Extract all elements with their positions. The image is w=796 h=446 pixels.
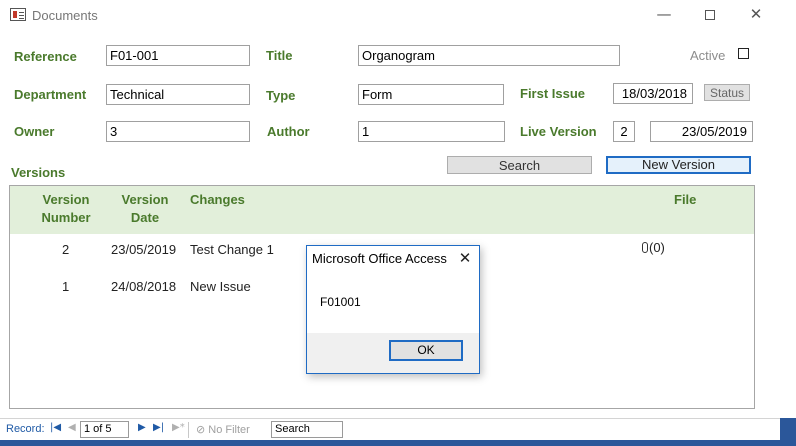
first-record-icon[interactable]: |◀ xyxy=(50,422,61,433)
paperclip-icon xyxy=(642,242,648,253)
author-label: Author xyxy=(267,124,310,139)
ok-button[interactable]: OK xyxy=(389,340,463,361)
header-version-number: Version Number xyxy=(41,192,91,225)
live-version-number-field[interactable]: 2 xyxy=(613,121,635,142)
first-issue-label: First Issue xyxy=(520,86,586,101)
dialog-footer: OK xyxy=(307,333,479,373)
message-dialog: Microsoft Office Access ✕ F01001 OK xyxy=(306,245,480,374)
new-version-button[interactable]: New Version xyxy=(606,156,751,174)
department-label: Department xyxy=(14,87,87,102)
live-version-date-field[interactable]: 23/05/2019 xyxy=(650,121,753,142)
title-bar: Documents — ✕ xyxy=(0,0,796,30)
versions-label: Versions xyxy=(11,165,66,180)
close-button[interactable]: ✕ xyxy=(733,0,779,30)
record-label: Record: xyxy=(6,423,45,435)
header-changes: Changes xyxy=(190,192,245,207)
search-box[interactable]: Search xyxy=(271,421,343,438)
form-icon xyxy=(10,8,26,21)
close-icon: ✕ xyxy=(749,5,763,23)
row-version-number[interactable]: 1 xyxy=(62,279,69,294)
reference-field[interactable]: F01-001 xyxy=(106,45,250,66)
row-version-date[interactable]: 23/05/2019 xyxy=(111,242,176,257)
dialog-body: F01001 xyxy=(307,275,479,333)
record-navigation-bar: Record: |◀ ◀ 1 of 5 ▶ ▶| ▶* ⊘ No Filter … xyxy=(0,418,780,440)
row-changes[interactable]: New Issue xyxy=(190,279,251,294)
owner-label: Owner xyxy=(14,124,55,139)
new-record-icon[interactable]: ▶* xyxy=(172,422,185,433)
next-record-icon[interactable]: ▶ xyxy=(138,422,146,433)
row-version-date[interactable]: 24/08/2018 xyxy=(111,279,176,294)
versions-header: Version Number Version Date Changes File xyxy=(10,186,754,234)
minimize-icon: — xyxy=(656,5,672,23)
minimize-button[interactable]: — xyxy=(641,0,687,30)
status-button[interactable]: Status xyxy=(704,84,750,101)
nav-separator xyxy=(188,422,189,438)
owner-field[interactable]: 3 xyxy=(106,121,250,142)
previous-record-icon[interactable]: ◀ xyxy=(68,422,76,433)
first-issue-field[interactable]: 18/03/2018 xyxy=(613,83,693,104)
search-button[interactable]: Search xyxy=(447,156,592,174)
row-version-number[interactable]: 2 xyxy=(62,242,69,257)
filter-status[interactable]: ⊘ No Filter xyxy=(196,423,250,436)
last-record-icon[interactable]: ▶| xyxy=(153,422,164,433)
header-file: File xyxy=(674,192,697,207)
active-label: Active xyxy=(690,48,726,63)
current-record-field[interactable]: 1 of 5 xyxy=(80,421,129,438)
maximize-button[interactable] xyxy=(687,0,733,30)
active-checkbox[interactable] xyxy=(738,48,749,59)
dialog-message: F01001 xyxy=(320,295,361,309)
filter-icon: ⊘ xyxy=(196,424,209,436)
dialog-title: Microsoft Office Access xyxy=(312,251,447,266)
status-bar xyxy=(0,440,796,446)
author-field[interactable]: 1 xyxy=(358,121,505,142)
title-field[interactable]: Organogram xyxy=(358,45,620,66)
department-field[interactable]: Technical xyxy=(106,84,250,105)
maximize-icon xyxy=(705,9,715,20)
row-file[interactable]: (0) xyxy=(642,240,665,255)
reference-label: Reference xyxy=(14,49,77,64)
title-label: Title xyxy=(266,48,293,63)
header-version-date: Version Date xyxy=(121,192,169,225)
type-field[interactable]: Form xyxy=(358,84,504,105)
row-changes[interactable]: Test Change 1 xyxy=(190,242,274,257)
live-version-label: Live Version xyxy=(520,124,597,139)
documents-window: Documents — ✕ Reference F01-001 Title Or… xyxy=(0,0,796,446)
type-label: Type xyxy=(266,88,296,103)
dialog-close-icon[interactable]: ✕ xyxy=(455,248,475,268)
window-title: Documents xyxy=(32,8,98,23)
